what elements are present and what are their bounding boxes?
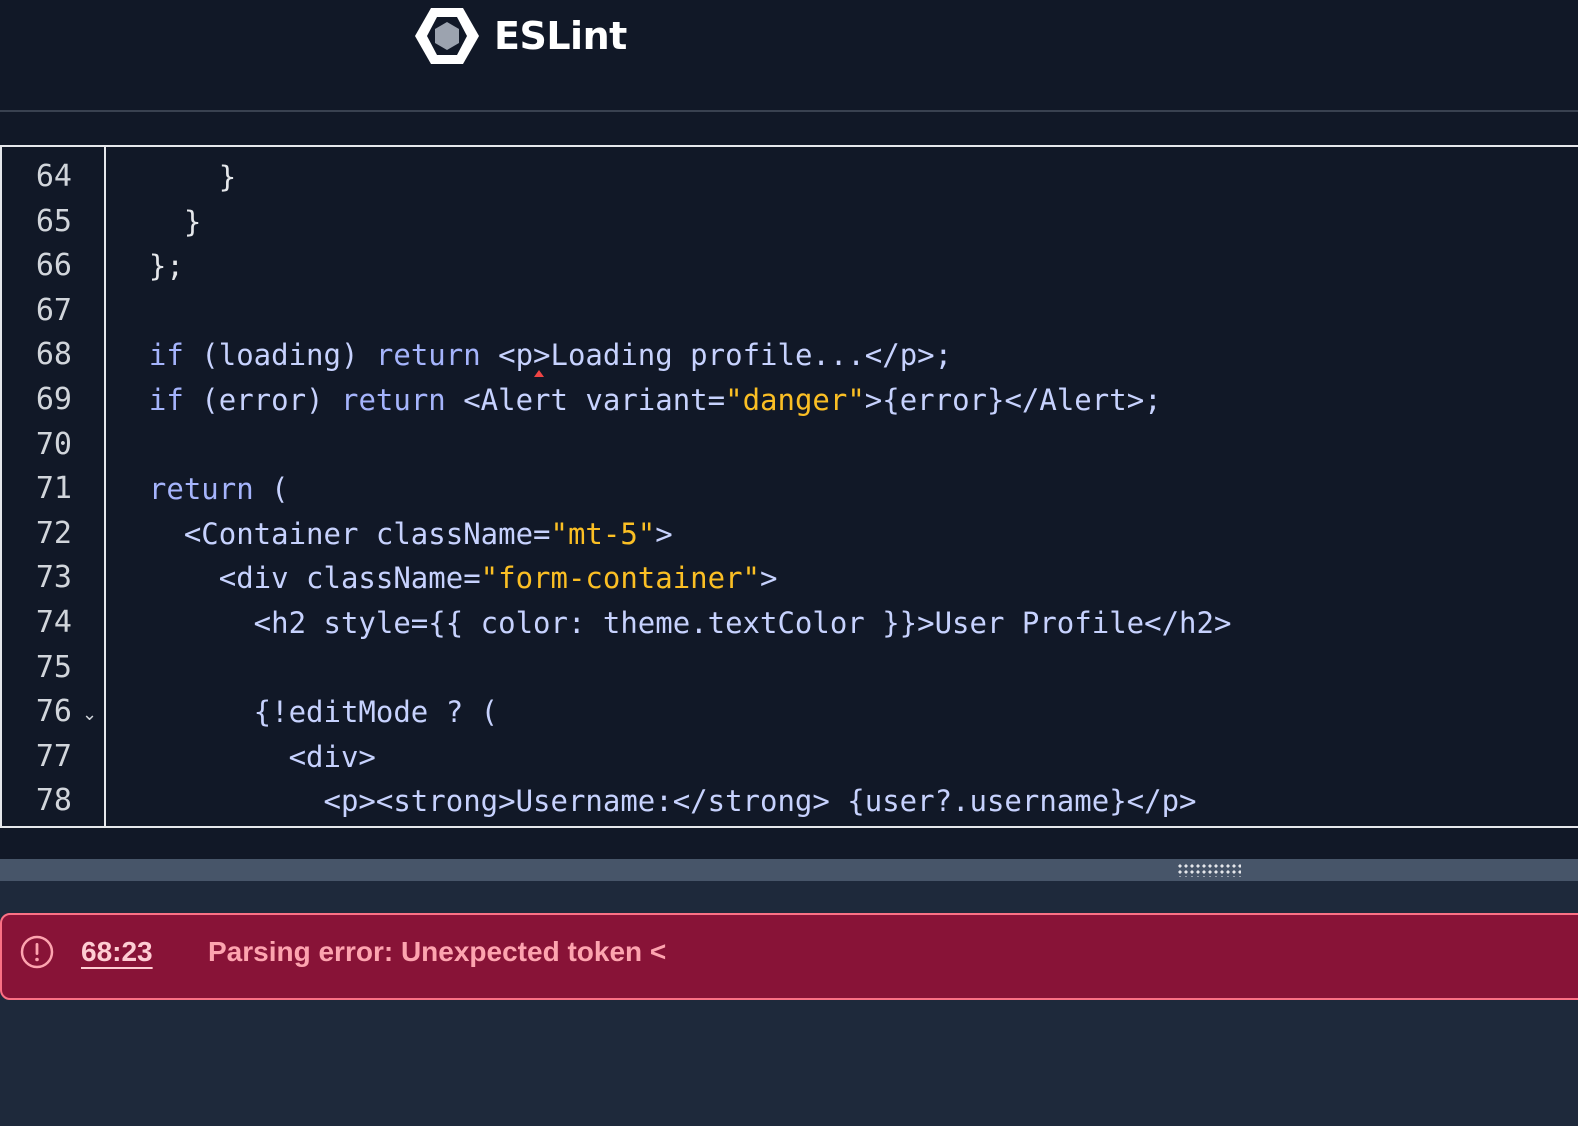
code-keyword: if [114, 338, 184, 373]
line-number: 66 [35, 248, 72, 284]
code-string: "form-container" [480, 561, 761, 596]
error-location-link[interactable]: 68:23 [81, 936, 153, 968]
code-editor[interactable]: 64 65 66 67 68 69 70 71 72 73 74 75 76 ⌄ 77 78 } } }; i… [0, 145, 1578, 828]
code-token: <p>Loading profile...</p>; [480, 338, 953, 373]
line-number-gutter: 64 65 66 67 68 69 70 71 72 73 74 75 76 ⌄ 77 78 [2, 147, 106, 826]
code-string: "danger" [725, 383, 865, 417]
line-number: 67 [35, 292, 72, 328]
line-number: 71 [35, 471, 72, 507]
line-number: 68 [35, 337, 72, 373]
code-token: (error) [183, 383, 341, 417]
code-token: ( [253, 472, 289, 507]
line-number: 69 [35, 382, 72, 417]
code-line: return ( [114, 467, 289, 511]
line-number: 72 [35, 515, 72, 551]
line-number: 64 [35, 159, 72, 194]
code-line: }; [114, 244, 184, 288]
alert-circle-icon [20, 935, 54, 969]
line-number: 73 [35, 560, 72, 596]
error-message-box: 68:23 Parsing error: Unexpected token < [0, 913, 1578, 1000]
code-line: <div> [114, 735, 376, 779]
panel-resize-bar[interactable] [0, 859, 1578, 881]
code-token: <Alert variant= [445, 383, 726, 417]
code-line: <h2 style={{ color: theme.textColor }}>U… [114, 601, 1232, 645]
code-token: > [655, 516, 673, 551]
line-number: 65 [35, 203, 72, 239]
code-token: >{error}</Alert>; [864, 383, 1162, 417]
error-marker-icon [534, 370, 544, 378]
code-token: <div> [114, 739, 376, 774]
code-token: > [760, 561, 778, 596]
code-string: "mt-5" [550, 516, 656, 551]
code-token: (loading) [183, 338, 376, 373]
eslint-logo[interactable]: ESLint [414, 6, 627, 66]
chevron-down-icon[interactable]: ⌄ [82, 704, 97, 725]
code-token: <h2 style={{ color: theme.textColor }}>U… [114, 606, 1232, 640]
code-token: {!editMode ? ( [114, 695, 499, 730]
line-number: 77 [35, 738, 72, 774]
code-token: }; [114, 249, 184, 284]
site-header: ESLint [0, 0, 1578, 112]
code-keyword: return [340, 383, 446, 417]
code-line: } [114, 200, 201, 244]
code-keyword: if [114, 383, 184, 417]
code-line: <div className="form-container"> [114, 556, 778, 600]
code-keyword: return [375, 338, 481, 373]
code-line: <p><strong>Username:</strong> {user?.use… [114, 779, 1197, 823]
code-token: <Container className= [114, 516, 551, 551]
brand-name: ESLint [494, 14, 627, 58]
code-token: <div className= [114, 561, 481, 596]
drag-handle-icon[interactable] [1177, 863, 1241, 877]
code-line: {!editMode ? ( [114, 690, 498, 734]
line-number: 78 [35, 783, 72, 819]
line-number: 75 [35, 649, 72, 685]
code-line: if (error) return <Alert variant="danger… [114, 378, 1162, 422]
code-token: } [114, 204, 202, 239]
line-number: 76 [35, 694, 72, 730]
code-keyword: return [114, 472, 254, 507]
line-number: 74 [35, 605, 72, 640]
code-token: <p><strong>Username:</strong> {user?.use… [114, 784, 1197, 819]
code-line: <Container className="mt-5"> [114, 512, 673, 556]
line-number: 70 [35, 426, 72, 462]
code-line: } [114, 155, 236, 199]
code-token: } [114, 160, 237, 194]
eslint-logo-icon [415, 8, 479, 64]
error-message-text: Parsing error: Unexpected token < [208, 936, 667, 967]
